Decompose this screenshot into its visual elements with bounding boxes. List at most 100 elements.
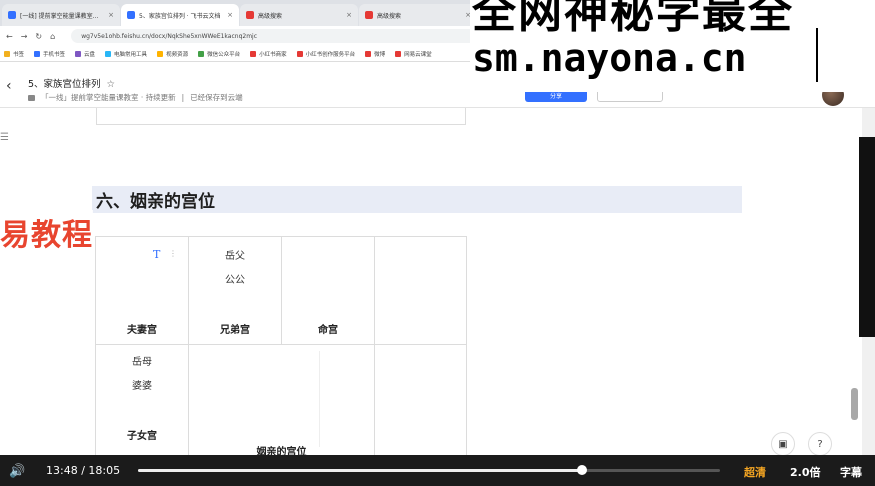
bookmark-icon — [105, 50, 112, 57]
cell-label: 命宫 — [318, 325, 338, 336]
cell-label: 兄弟宫 — [220, 325, 250, 336]
tab-label: 5、家族宫位排列 · 飞书云文档 — [139, 12, 221, 20]
bookmark-icon — [4, 50, 10, 57]
meta-divider: | — [181, 93, 185, 102]
forward-nav-icon[interactable]: → — [21, 32, 28, 41]
cell-life-palace[interactable]: 命宫 — [281, 236, 374, 344]
tab-label: [一线] 提前掌空能量课教室… — [20, 12, 99, 20]
scrollbar-thumb[interactable] — [851, 388, 858, 420]
tab-close-icon[interactable]: × — [108, 11, 114, 19]
current-time: 13:48 — [46, 464, 78, 477]
browser-tab[interactable]: 高级搜索 × — [240, 4, 358, 26]
bookmark-item[interactable]: 视频资源 — [157, 50, 188, 58]
previous-table-bottom — [96, 108, 466, 125]
bookmark-label: 书签 — [13, 51, 25, 58]
browser-tab[interactable]: 5、家族宫位排列 · 飞书云文档 × — [121, 4, 239, 26]
bookmark-icon — [34, 50, 41, 57]
watermark-line-2: sm.nayona.cn — [472, 36, 747, 80]
watermark-line-1: 全网神秘学最全 — [472, 0, 794, 38]
tab-favicon-icon — [127, 11, 135, 19]
cell-line: 岳父 — [225, 251, 245, 262]
doc-title[interactable]: 5、家族宫位排列 ☆ — [28, 76, 115, 90]
bookmark-item[interactable]: 小红书商家 — [250, 50, 287, 58]
back-arrow-icon[interactable]: ‹ — [6, 78, 12, 94]
quality-button[interactable]: 超清 — [744, 464, 766, 480]
watermark-overlay: 全网神秘学最全 sm.nayona.cn — [470, 0, 875, 92]
document-icon: ▣ — [778, 438, 788, 450]
cell-spouse-palace[interactable]: T ⋮ 夫妻宫 — [95, 236, 188, 344]
breadcrumb[interactable]: 「一线」提前掌空能量课教室 · 持续更新 — [41, 92, 176, 103]
text-format-icon[interactable]: T — [153, 248, 160, 261]
star-icon[interactable]: ☆ — [107, 79, 116, 90]
bookmark-label: 视频资源 — [166, 51, 189, 58]
save-status: 已经保存到云端 — [190, 93, 243, 102]
bookmark-label: 网易云课堂 — [404, 51, 432, 58]
tab-favicon-icon — [246, 11, 254, 19]
right-dark-panel — [859, 137, 875, 337]
tab-label: 高级搜索 — [258, 12, 283, 20]
tab-label: 高级搜索 — [377, 12, 402, 20]
cell-children-palace[interactable]: 岳母 婆婆 子女宫 — [95, 344, 188, 455]
bookmark-label: 微博 — [374, 51, 386, 58]
browser-tab[interactable]: 高级搜索 × — [359, 4, 477, 26]
doc-body: 六、姻亲的宫位 T ⋮ 夫妻宫 岳父 公公 兄弟宫 命宫 岳母 婆婆 子女宫 姻… — [0, 108, 862, 455]
bookmark-label: 小红书商家 — [259, 51, 287, 58]
time-separator: / — [81, 464, 85, 477]
volume-icon[interactable]: 🔊 — [9, 464, 25, 479]
bookmark-item[interactable]: 电脑常用工具 — [105, 50, 147, 58]
section-heading[interactable]: 六、姻亲的宫位 — [92, 186, 742, 213]
section-heading-text: 六、姻亲的宫位 — [96, 192, 215, 212]
center-label: 姻亲的宫位 — [256, 447, 307, 455]
url-field[interactable]: wg7v5e1ohb.feishu.cn/docx/NqkShe5xnWWeE1… — [71, 29, 492, 43]
inner-divider — [319, 351, 320, 447]
bookmark-item[interactable]: 书签 — [4, 50, 24, 58]
cell-empty-r1c4[interactable] — [374, 236, 467, 344]
bookmark-item[interactable]: 小红书创作服务平台 — [296, 50, 356, 58]
cell-label: 夫妻宫 — [127, 325, 157, 336]
palace-table: T ⋮ 夫妻宫 岳父 公公 兄弟宫 命宫 岳母 婆婆 子女宫 姻亲的宫位 — [95, 236, 467, 455]
cell-line: 婆婆 — [132, 381, 152, 392]
cell-label: 子女宫 — [127, 431, 157, 442]
bookmark-label: 微信公众平台 — [207, 51, 241, 58]
speed-button[interactable]: 2.0倍 — [790, 464, 821, 480]
sidebar-menu-icon[interactable]: ☰ — [0, 132, 10, 143]
bookmark-icon — [250, 50, 257, 57]
folder-icon — [28, 94, 35, 101]
drag-handle-icon[interactable]: ⋮ — [169, 249, 177, 258]
cell-line: 公公 — [225, 275, 245, 286]
home-icon[interactable]: ⌂ — [50, 32, 55, 41]
bookmark-icon — [75, 50, 82, 57]
url-text: wg7v5e1ohb.feishu.cn/docx/NqkShe5xnWWeE1… — [81, 32, 258, 40]
text-cursor — [816, 28, 818, 82]
promo-banner: 易教程 — [0, 210, 93, 254]
cell-sibling-palace[interactable]: 岳父 公公 兄弟宫 — [188, 236, 281, 344]
outline-toggle-button[interactable]: ▣ — [771, 432, 795, 455]
bookmark-item[interactable]: 手机书签 — [34, 50, 65, 58]
doc-meta: 「一线」提前掌空能量课教室 · 持续更新 | 已经保存到云端 — [28, 92, 243, 103]
video-player-bar: 🔊 13:48 / 18:05 超清 2.0倍 字幕 — [0, 455, 875, 486]
progress-knob[interactable] — [577, 465, 588, 475]
bookmark-icon — [365, 50, 372, 57]
bookmark-item[interactable]: 网易云课堂 — [395, 50, 432, 58]
bookmark-icon — [198, 50, 205, 57]
cell-line: 岳母 — [132, 357, 152, 368]
bookmark-item[interactable]: 微博 — [365, 50, 385, 58]
bookmark-item[interactable]: 微信公众平台 — [198, 50, 240, 58]
subtitles-button[interactable]: 字幕 — [840, 464, 862, 480]
help-button[interactable]: ? — [808, 432, 832, 455]
duration: 18:05 — [88, 464, 121, 477]
bookmark-label: 云盘 — [84, 51, 96, 58]
bookmark-item[interactable]: 云盘 — [75, 50, 95, 58]
back-nav-icon[interactable]: ← — [6, 32, 13, 41]
tab-close-icon[interactable]: × — [346, 11, 352, 19]
progress-fill — [138, 469, 583, 472]
bookmark-icon — [296, 50, 303, 57]
cell-empty-r2c4[interactable] — [374, 344, 467, 455]
browser-tab[interactable]: [一线] 提前掌空能量课教室… × — [2, 4, 120, 26]
reload-icon[interactable]: ↻ — [35, 32, 42, 41]
bookmark-label: 小红书创作服务平台 — [305, 51, 356, 58]
cell-center-merged[interactable]: 姻亲的宫位 — [188, 344, 374, 455]
tab-favicon-icon — [365, 11, 373, 19]
tab-close-icon[interactable]: × — [227, 11, 233, 19]
doc-title-text: 5、家族宫位排列 — [28, 79, 101, 90]
